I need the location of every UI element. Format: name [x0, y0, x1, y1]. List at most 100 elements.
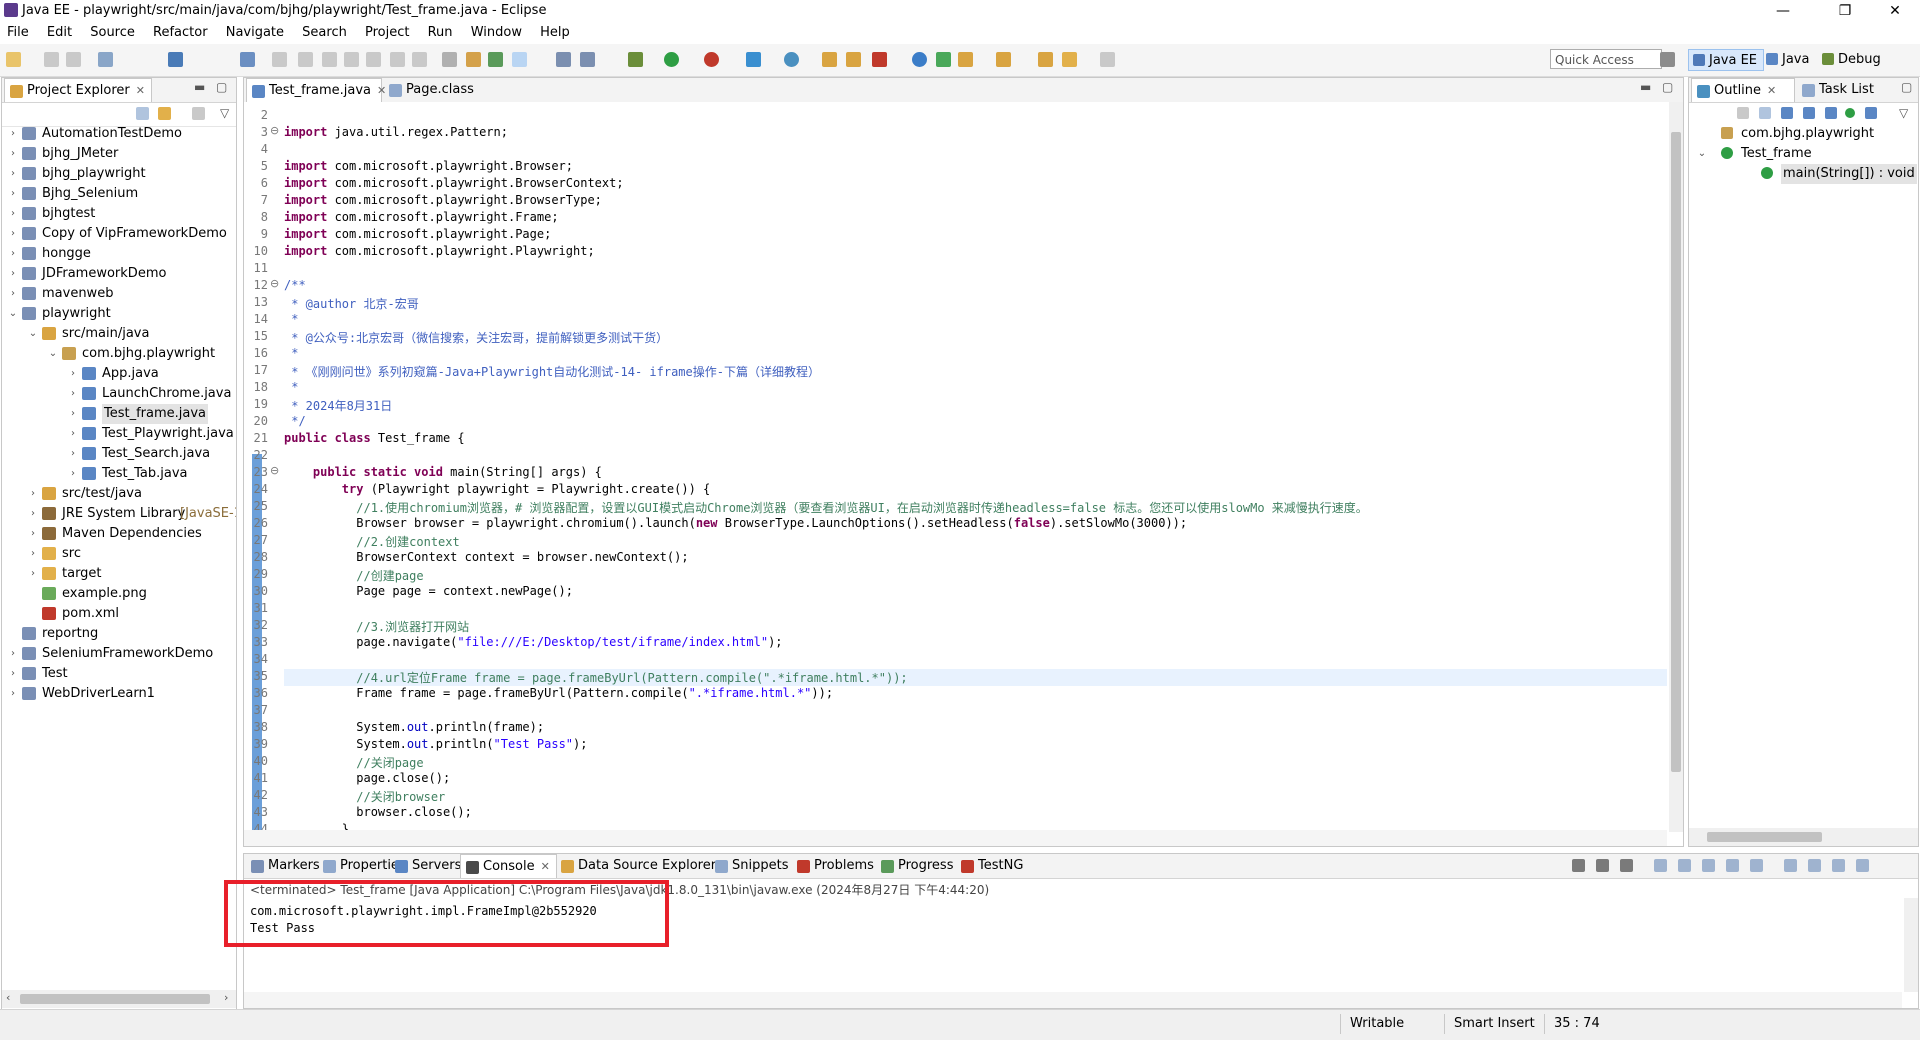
filter-icon[interactable] — [192, 107, 205, 120]
scroll-right-icon[interactable]: › — [224, 991, 228, 1004]
scroll-lock-icon[interactable] — [1654, 859, 1667, 872]
run-icon[interactable] — [664, 52, 679, 67]
hide-local-types-icon[interactable] — [1845, 108, 1855, 118]
show-on-stderr-icon[interactable] — [1726, 859, 1739, 872]
chevron-right-icon[interactable]: › — [8, 164, 18, 184]
use-step-filters-icon[interactable] — [466, 52, 481, 67]
view-menu-icon[interactable]: ▽ — [220, 106, 229, 120]
tree-item[interactable]: ⌄ src/main/java — [2, 324, 236, 344]
open-console-icon[interactable] — [1808, 859, 1821, 872]
block-selection-icon[interactable] — [580, 52, 595, 67]
tab-problems[interactable]: Problems — [792, 854, 880, 878]
server-icon[interactable] — [488, 52, 503, 67]
pin-console-icon[interactable] — [1750, 859, 1763, 872]
menu-run[interactable]: Run — [421, 22, 460, 44]
next-annotation-icon[interactable] — [958, 52, 973, 67]
step-over-icon[interactable] — [390, 52, 405, 67]
annotation-icon[interactable] — [936, 52, 951, 67]
menu-search[interactable]: Search — [295, 22, 354, 44]
tree-item[interactable]: pom.xml — [2, 604, 236, 624]
terminal-icon[interactable] — [168, 52, 183, 67]
perspective-debug[interactable]: Debug — [1818, 49, 1887, 71]
debug-icon[interactable] — [628, 52, 643, 67]
chevron-right-icon[interactable]: › — [28, 504, 38, 524]
tree-item[interactable]: › Test_frame.java — [2, 404, 236, 424]
horizontal-scrollbar[interactable]: ‹ › — [2, 990, 236, 1008]
console-horizontal-scrollbar[interactable] — [244, 992, 1902, 1008]
minimize-button[interactable]: — — [1760, 0, 1806, 22]
close-tab-icon[interactable]: ✕ — [541, 860, 550, 873]
new-icon[interactable] — [6, 52, 21, 67]
hide-non-public-icon[interactable] — [1825, 107, 1837, 119]
show-whitespace-icon[interactable] — [556, 52, 571, 67]
tree-item[interactable]: › target — [2, 564, 236, 584]
tree-item[interactable]: › Bjhg_Selenium — [2, 184, 236, 204]
tab-task-list[interactable]: Task List — [1797, 78, 1897, 102]
close-tab-icon[interactable]: ✕ — [136, 84, 145, 97]
editor-horizontal-scrollbar[interactable] — [244, 830, 1667, 846]
link-with-editor-icon[interactable] — [1865, 107, 1877, 119]
close-tab-icon[interactable]: ✕ — [1767, 84, 1776, 97]
hide-fields-icon[interactable] — [1781, 107, 1793, 119]
tab-servers[interactable]: Servers — [390, 854, 467, 878]
chevron-right-icon[interactable]: › — [8, 204, 18, 224]
fold-toggle-icon[interactable]: ⊖ — [270, 124, 279, 137]
chevron-right-icon[interactable]: › — [68, 404, 78, 424]
tree-item[interactable]: ⌄ playwright — [2, 304, 236, 324]
code-area[interactable]: 2 3 ⊖ import java.util.regex.Pattern; 4 5 impo… — [244, 102, 1667, 830]
chevron-down-icon[interactable]: ⌄ — [28, 324, 38, 344]
terminate-console-icon[interactable] — [1572, 859, 1585, 872]
web-browser-icon[interactable] — [912, 52, 927, 67]
skip-breakpoints-icon[interactable] — [240, 52, 255, 67]
maximize-view-icon[interactable] — [1856, 859, 1869, 872]
tree-item[interactable]: › src/test/java — [2, 484, 236, 504]
menu-window[interactable]: Window — [464, 22, 529, 44]
tree-item[interactable]: › SeleniumFrameworkDemo — [2, 644, 236, 664]
tree-item[interactable]: example.png — [2, 584, 236, 604]
tree-item[interactable]: › hongge — [2, 244, 236, 264]
save-all-icon[interactable] — [66, 52, 81, 67]
chevron-right-icon[interactable]: › — [28, 524, 38, 544]
word-wrap-icon[interactable] — [1678, 859, 1691, 872]
tab-outline[interactable]: Outline ✕ — [1691, 78, 1795, 102]
chevron-right-icon[interactable]: › — [8, 264, 18, 284]
tab-console[interactable]: Console ✕ — [460, 854, 557, 878]
chevron-right-icon[interactable]: › — [28, 484, 38, 504]
open-folder-icon[interactable] — [846, 52, 861, 67]
tree-item[interactable]: › Test_Tab.java — [2, 464, 236, 484]
forward-icon[interactable] — [1100, 52, 1115, 67]
outline-item[interactable]: com.bjhg.playwright — [1689, 124, 1918, 144]
chevron-right-icon[interactable]: › — [8, 124, 18, 144]
menu-file[interactable]: File — [0, 22, 36, 44]
tab-test-frame-java[interactable]: Test_frame.java ✕ — [246, 78, 386, 102]
code-editor[interactable]: 2 3 ⊖ import java.util.regex.Pattern; 4 5 impo… — [244, 102, 1683, 846]
chevron-right-icon[interactable]: › — [68, 384, 78, 404]
tree-item[interactable]: › JDFrameworkDemo — [2, 264, 236, 284]
chevron-right-icon[interactable]: › — [68, 444, 78, 464]
suspend-icon[interactable] — [298, 52, 313, 67]
maximize-view-icon[interactable]: ▢ — [1901, 80, 1912, 94]
outline-horizontal-scrollbar[interactable] — [1689, 828, 1918, 846]
show-on-stdout-icon[interactable] — [1702, 859, 1715, 872]
resume-icon[interactable] — [272, 52, 287, 67]
open-perspective-icon[interactable] — [1660, 52, 1675, 67]
terminate-icon[interactable] — [322, 52, 337, 67]
editor-vertical-scrollbar[interactable] — [1669, 102, 1683, 832]
tab-progress[interactable]: Progress — [876, 854, 959, 878]
maximize-view-icon[interactable]: ▢ — [216, 80, 227, 94]
tab-snippets[interactable]: Snippets — [710, 854, 794, 878]
print-icon[interactable] — [98, 52, 113, 67]
chevron-right-icon[interactable]: › — [68, 424, 78, 444]
chevron-right-icon[interactable]: › — [8, 184, 18, 204]
scrollbar-thumb[interactable] — [20, 994, 210, 1004]
tab-testng[interactable]: TestNG — [956, 854, 1029, 878]
link-editor-icon[interactable] — [158, 107, 171, 120]
outline-item[interactable]: ⌄ Test_frame — [1689, 144, 1918, 164]
maximize-editor-icon[interactable]: ▢ — [1662, 80, 1673, 94]
view-menu-icon[interactable]: ▽ — [1899, 106, 1908, 120]
remove-launch-icon[interactable] — [1596, 859, 1609, 872]
menu-edit[interactable]: Edit — [40, 22, 79, 44]
menu-refactor[interactable]: Refactor — [146, 22, 215, 44]
menu-navigate[interactable]: Navigate — [219, 22, 291, 44]
fold-toggle-icon[interactable]: ⊖ — [270, 464, 279, 477]
